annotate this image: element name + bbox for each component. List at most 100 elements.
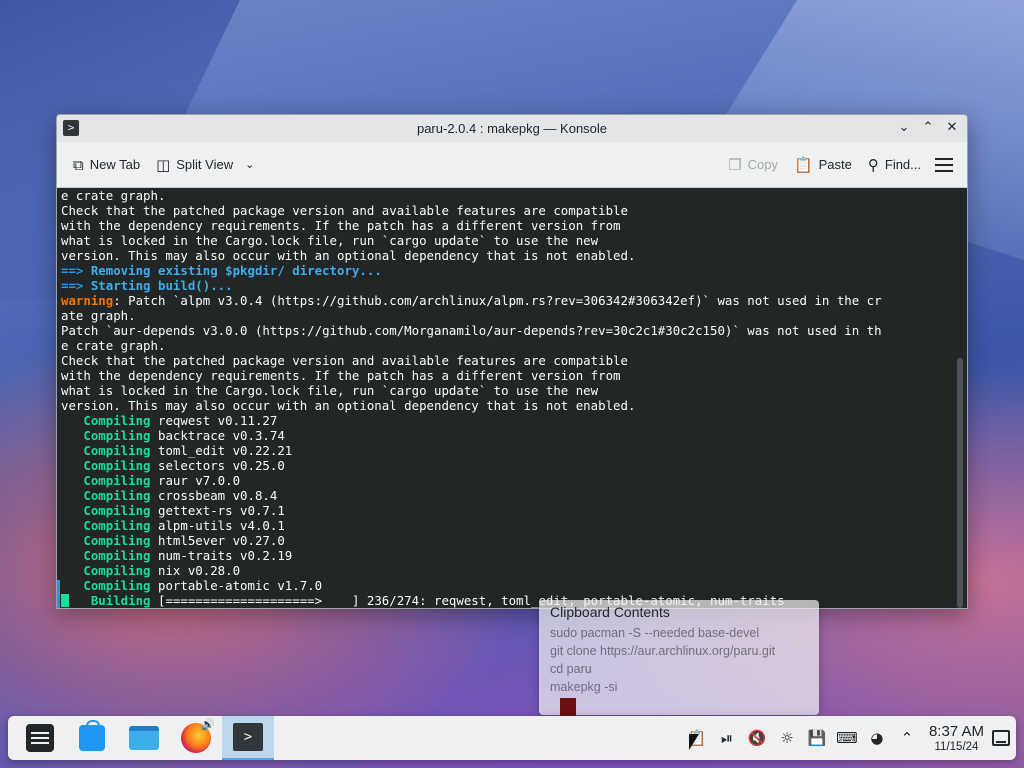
title-bar[interactable]: > paru-2.0.4 : makepkg — Konsole ⌄ ⌃ ✕ [57, 115, 967, 142]
terminal-line: Compiling reqwest v0.11.27 [61, 413, 967, 428]
terminal-line: Compiling nix v0.28.0 [61, 563, 967, 578]
terminal-line-text: ate graph. [61, 308, 136, 323]
konsole-task-button[interactable]: > [222, 716, 274, 760]
discover-button[interactable] [66, 716, 118, 760]
close-button[interactable]: ✕ [943, 119, 961, 137]
terminal-line-prefix: Compiling [61, 413, 151, 428]
digital-clock[interactable]: 8:37 AM 11/15/24 [929, 723, 984, 754]
volume-muted-icon[interactable]: 🔇 [745, 726, 769, 750]
clipboard-item[interactable]: cd paru [550, 660, 808, 678]
terminal-line-prefix: Compiling [61, 518, 151, 533]
store-icon [79, 720, 105, 751]
brightness-icon[interactable]: ☼ [775, 726, 799, 750]
clipboard-item[interactable]: sudo pacman -S --needed base-devel [550, 624, 808, 642]
terminal-line-prefix: Compiling [61, 563, 151, 578]
terminal-line-prefix: Compiling [61, 533, 151, 548]
mouse-pointer-icon [689, 734, 699, 750]
terminal-icon: > [233, 723, 263, 751]
terminal-line: Compiling raur v7.0.0 [61, 473, 967, 488]
terminal-line-text: Removing existing $pkgdir/ directory... [90, 263, 382, 278]
terminal-line: e crate graph. [61, 338, 967, 353]
terminal-line: Compiling selectors v0.25.0 [61, 458, 967, 473]
copy-icon: ❐ [728, 155, 742, 174]
terminal-line: version. This may also occur with an opt… [61, 248, 967, 263]
terminal-line-text: alpm-utils v4.0.1 [150, 518, 285, 533]
minimize-button[interactable]: ⌄ [895, 119, 913, 137]
terminal-line: what is locked in the Cargo.lock file, r… [61, 383, 967, 398]
terminal-line-prefix: Building [61, 593, 151, 608]
terminal-line: Building [====================> ] 236/27… [61, 593, 967, 608]
terminal-line-text: gettext-rs v0.7.1 [150, 503, 285, 518]
split-view-button[interactable]: ◫ Split View ⌄ [148, 150, 262, 180]
terminal-line-text: selectors v0.25.0 [150, 458, 285, 473]
terminal-line-text: Patch `aur-depends v3.0.0 (https://githu… [61, 323, 882, 338]
terminal-line-text: nix v0.28.0 [150, 563, 241, 578]
terminal-line-text: crossbeam v0.8.4 [150, 488, 278, 503]
terminal-line-prefix: Compiling [61, 443, 151, 458]
terminal-line-text: Starting build()... [90, 278, 233, 293]
copy-label: Copy [747, 157, 778, 172]
dolphin-button[interactable] [118, 716, 170, 760]
terminal-line-text: what is locked in the Cargo.lock file, r… [61, 383, 599, 398]
clipboard-item[interactable]: makepkg -si [550, 678, 808, 696]
update-icon[interactable]: ◕ [865, 726, 889, 750]
terminal-line-prefix: ==> [61, 278, 91, 293]
terminal-line: Compiling html5ever v0.27.0 [61, 533, 967, 548]
konsole-window: > paru-2.0.4 : makepkg — Konsole ⌄ ⌃ ✕ ⧉… [56, 114, 968, 609]
terminal-line-text: raur v7.0.0 [150, 473, 241, 488]
terminal-line-text: e crate graph. [61, 188, 166, 203]
terminal-line-text: toml_edit v0.22.21 [150, 443, 293, 458]
terminal-line-prefix: Compiling [61, 458, 151, 473]
terminal-view[interactable]: e crate graph. Check that the patched pac… [57, 188, 967, 608]
terminal-line-prefix: Compiling [61, 473, 151, 488]
terminal-line: ate graph. [61, 308, 967, 323]
terminal-line-text: backtrace v0.3.74 [150, 428, 285, 443]
terminal-line-prefix: Compiling [61, 488, 151, 503]
paste-button[interactable]: 📋 Paste [786, 150, 860, 180]
new-tab-icon: ⧉ [73, 155, 84, 174]
terminal-line-prefix: Compiling [61, 503, 151, 518]
terminal-line: with the dependency requirements. If the… [61, 218, 967, 233]
terminal-output: e crate graph. Check that the patched pac… [61, 188, 967, 608]
terminal-line: Compiling gettext-rs v0.7.1 [61, 503, 967, 518]
new-tab-button[interactable]: ⧉ New Tab [65, 150, 148, 180]
scroll-marker [57, 580, 60, 608]
new-tab-label: New Tab [89, 157, 141, 172]
maximize-button[interactable]: ⌃ [919, 119, 937, 137]
clipboard-title: Clipboard Contents [550, 604, 670, 620]
terminal-line: e crate graph. [61, 188, 967, 203]
terminal-line-text: num-traits v0.2.19 [150, 548, 293, 563]
konsole-app-icon[interactable]: > [63, 120, 79, 136]
split-view-label: Split View [176, 157, 234, 172]
terminal-line: what is locked in the Cargo.lock file, r… [61, 233, 967, 248]
find-button[interactable]: ⚲ Find... [860, 150, 929, 180]
terminal-line: Compiling num-traits v0.2.19 [61, 548, 967, 563]
media-player-icon[interactable]: ⏯ [715, 726, 739, 750]
copy-button[interactable]: ❐ Copy [720, 150, 786, 180]
paste-label: Paste [818, 157, 852, 172]
show-desktop-button[interactable] [992, 730, 1010, 746]
terminal-line: ==> Starting build()... [61, 278, 967, 293]
chevron-down-icon[interactable]: ⌄ [245, 158, 254, 171]
terminal-line: Compiling toml_edit v0.22.21 [61, 443, 967, 458]
disks-icon[interactable]: 💾 [805, 726, 829, 750]
terminal-line-text: Check that the patched package version a… [61, 353, 628, 368]
terminal-scrollbar[interactable] [957, 358, 963, 608]
terminal-line-prefix: ==> [61, 263, 91, 278]
terminal-line-text: with the dependency requirements. If the… [61, 368, 621, 383]
keyboard-layout-icon[interactable]: ⌨ [835, 726, 859, 750]
terminal-line-text: what is locked in the Cargo.lock file, r… [61, 233, 599, 248]
terminal-line: version. This may also occur with an opt… [61, 398, 967, 413]
terminal-line: Check that the patched package version a… [61, 203, 967, 218]
application-launcher-button[interactable] [14, 716, 66, 760]
folder-icon [129, 726, 159, 750]
terminal-line-text: reqwest v0.11.27 [150, 413, 278, 428]
terminal-line: Check that the patched package version a… [61, 353, 967, 368]
firefox-button[interactable]: 🔊 [170, 716, 222, 760]
split-view-icon: ◫ [156, 155, 171, 174]
tray-expand-icon[interactable]: ⌃ [895, 726, 919, 750]
terminal-line: ==> Removing existing $pkgdir/ directory… [61, 263, 967, 278]
clipboard-item[interactable]: git clone https://aur.archlinux.org/paru… [550, 642, 808, 660]
terminal-line: Patch `aur-depends v3.0.0 (https://githu… [61, 323, 967, 338]
hamburger-menu-icon[interactable] [935, 157, 953, 172]
